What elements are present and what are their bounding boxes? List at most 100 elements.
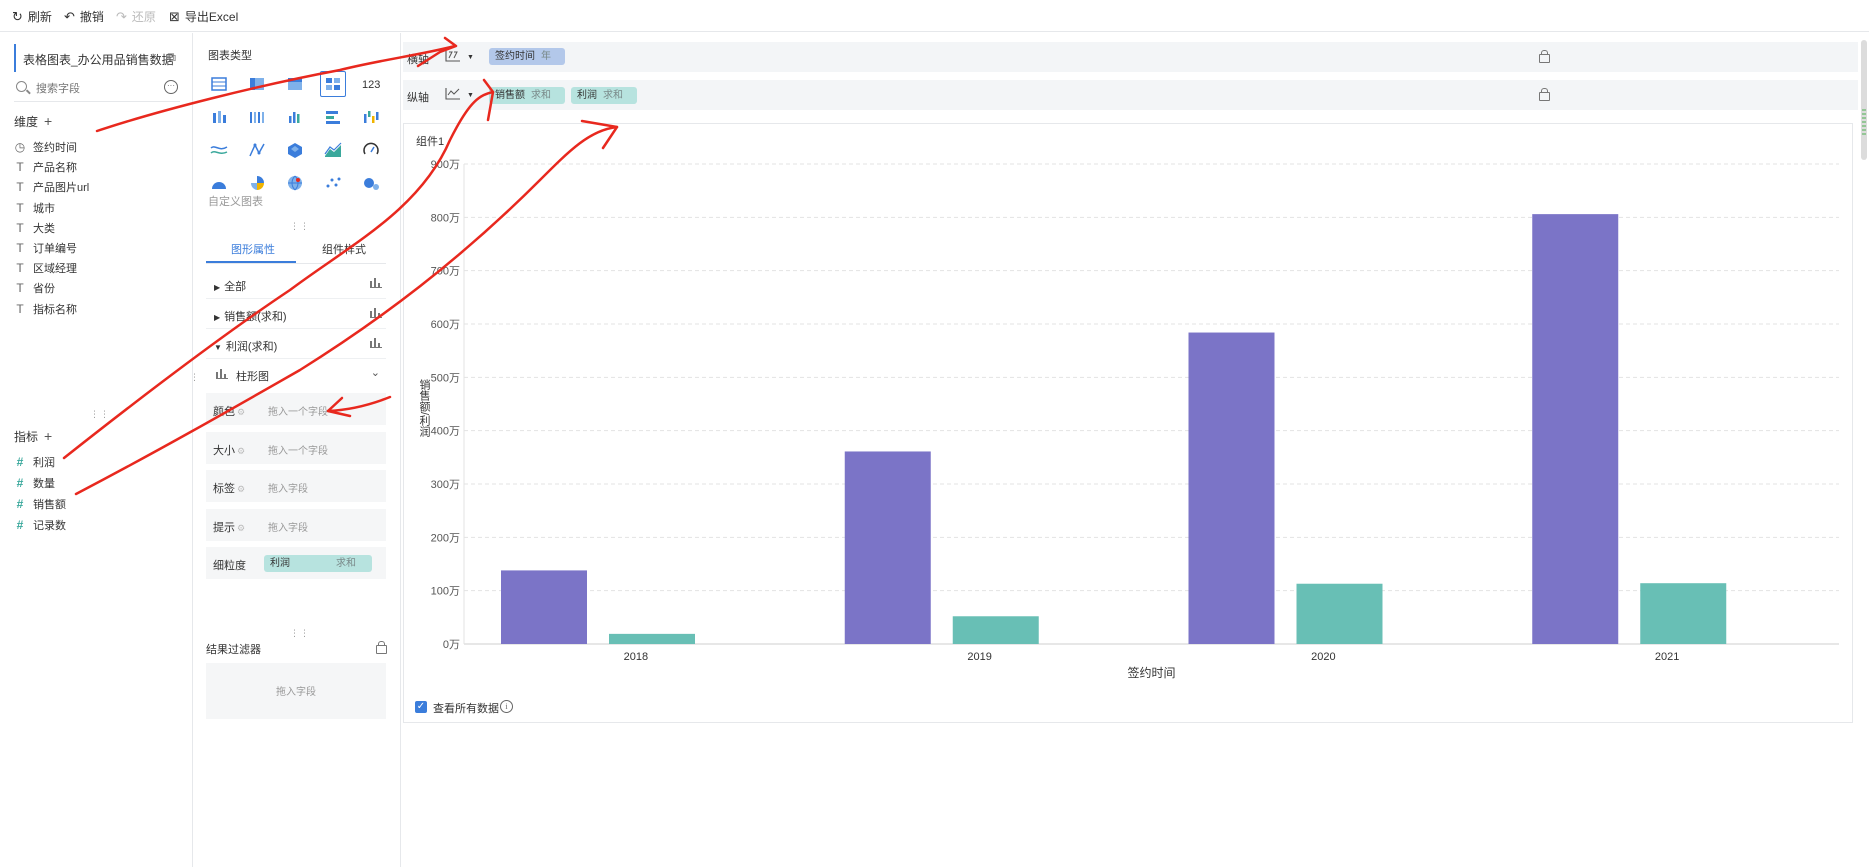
axis-type-icon[interactable]	[445, 48, 461, 62]
chart-type-option[interactable]: 123	[358, 71, 384, 97]
resize-handle[interactable]: ⋮⋮	[90, 409, 110, 420]
y-axis-field-pill-profit[interactable]: 利润 求和	[571, 87, 637, 104]
scatter-line-icon	[249, 143, 265, 157]
view-all-data-checkbox[interactable]: ✓	[415, 701, 427, 713]
measure-field-label: 销售额	[33, 499, 66, 511]
stacked-bar-icon	[213, 111, 226, 123]
tab-component-style[interactable]: 组件样式	[322, 241, 366, 257]
svg-text:123: 123	[362, 79, 380, 91]
axis-type-caret-icon[interactable]: ▼	[467, 54, 474, 61]
custom-chart-link[interactable]: 自定义图表	[208, 193, 263, 209]
prop-sales[interactable]: ▶ 销售额(求和)	[206, 300, 386, 329]
drop-zone-placeholder: 拖入字段	[268, 484, 308, 495]
x-axis-lock-icon[interactable]	[1539, 50, 1550, 63]
resize-handle-2[interactable]: ⋮⋮	[290, 221, 310, 232]
chart-type-option[interactable]	[244, 104, 270, 130]
granularity-row[interactable]: 细粒度 利润 求和	[206, 547, 386, 579]
chart-type-option[interactable]	[244, 71, 270, 97]
y-tick-label: 900万	[431, 159, 460, 171]
settings-icon[interactable]: ⚙	[237, 484, 245, 494]
dimension-field[interactable]: T 指标名称	[14, 301, 77, 317]
y-tick-label: 300万	[431, 479, 460, 491]
chart-type-option[interactable]	[206, 104, 232, 130]
chart-type-option[interactable]	[320, 137, 346, 163]
axis-type-icon[interactable]	[445, 86, 461, 100]
chart-type-option[interactable]	[282, 137, 308, 163]
prop-profit[interactable]: ▼ 利润(求和)	[206, 330, 386, 359]
drop-zone-row[interactable]: 提示 ⚙ 拖入字段	[206, 508, 386, 541]
hash-icon: #	[16, 497, 24, 511]
measure-field[interactable]: # 数量	[14, 475, 55, 491]
more-options-icon[interactable]: ···	[164, 80, 178, 94]
undo-button[interactable]: ↶ 撤销	[64, 8, 104, 25]
scrollbar[interactable]	[1860, 40, 1868, 160]
dimension-field[interactable]: T 产品名称	[14, 159, 77, 175]
chart-type-option[interactable]	[282, 71, 308, 97]
x-axis-bar[interactable]: 横轴 ▼ 签约时间年	[403, 42, 1858, 72]
granularity-field-pill[interactable]: 利润 求和	[264, 555, 372, 572]
chart-type-option[interactable]	[320, 104, 346, 130]
dimension-field[interactable]: T 产品图片url	[14, 179, 89, 195]
granularity-label: 细粒度	[213, 560, 246, 572]
settings-icon[interactable]: ⚙	[237, 407, 245, 417]
chart-type-option[interactable]	[206, 71, 232, 97]
column-resize-handle[interactable]: ⋮	[190, 372, 200, 383]
chart-type-option[interactable]	[358, 104, 384, 130]
search-icon	[16, 81, 27, 92]
dimension-field[interactable]: T 城市	[14, 200, 55, 216]
tab-graphic-properties[interactable]: 图形属性	[231, 241, 275, 257]
chart-type-option[interactable]	[358, 137, 384, 163]
x-axis-title: 签约时间	[1127, 665, 1175, 680]
dimension-field-label: 区域经理	[33, 263, 77, 276]
dimensions-title: 维度	[14, 115, 39, 129]
add-dimension-icon[interactable]: +	[44, 113, 52, 129]
measure-field[interactable]: # 利润	[14, 454, 55, 470]
dimension-field[interactable]: T 大类	[14, 220, 55, 236]
search-input[interactable]	[34, 79, 158, 99]
y-axis-field-pill-sales[interactable]: 销售额 求和	[489, 87, 565, 104]
switch-dataset-icon[interactable]: ⧉	[167, 50, 176, 65]
result-filter-dropzone[interactable]: 拖入字段	[206, 663, 386, 719]
dataset-selector[interactable]: 表格图表_办公用品销售数据 ⧉	[14, 44, 180, 72]
chart-type-option[interactable]	[282, 170, 308, 196]
hash-icon: #	[16, 455, 24, 469]
measure-field[interactable]: # 记录数	[14, 517, 66, 533]
x-field-sub: 年	[541, 51, 551, 62]
chart-type-option[interactable]	[206, 137, 232, 163]
dimension-field[interactable]: ◷ 签约时间	[14, 139, 77, 155]
settings-icon[interactable]: ⚙	[237, 446, 245, 456]
prop-all[interactable]: ▶ 全部	[206, 270, 386, 299]
dimension-field[interactable]: T 省份	[14, 280, 55, 296]
lock-icon[interactable]	[376, 641, 387, 654]
chart-type-option[interactable]	[320, 170, 346, 196]
bar-style-label: 柱形图	[236, 371, 269, 383]
y-tick-label: 200万	[431, 532, 460, 544]
dimension-field[interactable]: T 订单编号	[14, 240, 77, 256]
kpi-number-icon: 123	[362, 79, 380, 91]
refresh-label: 刷新	[27, 10, 52, 24]
drop-zone-row[interactable]: 大小 ⚙ 拖入一个字段	[206, 431, 386, 464]
resize-handle-3[interactable]: ⋮⋮	[290, 628, 310, 639]
export-excel-button[interactable]: ⊠ 导出Excel	[169, 8, 238, 25]
x-axis-field-pill[interactable]: 签约时间年	[489, 48, 565, 65]
granularity-field: 利润	[270, 558, 290, 569]
chart-style-select[interactable]: 柱形图 ⌄	[206, 360, 386, 388]
axis-type-caret-icon[interactable]: ▼	[467, 92, 474, 99]
refresh-button[interactable]: ↻ 刷新	[12, 8, 52, 25]
settings-icon[interactable]: ⚙	[237, 523, 245, 533]
chart-type-option[interactable]	[358, 170, 384, 196]
chart-type-option[interactable]	[320, 71, 346, 97]
redo-button[interactable]: ↷ 还原	[116, 8, 156, 25]
drop-zone-row[interactable]: 标签 ⚙ 拖入字段	[206, 470, 386, 502]
drop-zone-row[interactable]: 颜色 ⚙ 拖入一个字段	[206, 393, 386, 425]
chart-type-option[interactable]	[282, 104, 308, 130]
y-axis-lock-icon[interactable]	[1539, 88, 1550, 101]
info-icon[interactable]: i	[500, 700, 513, 713]
dimension-field[interactable]: T 区域经理	[14, 260, 77, 276]
measure-field[interactable]: # 销售额	[14, 496, 66, 512]
add-measure-icon[interactable]: +	[44, 428, 52, 444]
chart-component[interactable]: 组件1 0万 100万 200万 300万 400万 500万 600万 700万 800万 90…	[403, 123, 1853, 723]
x-axis-label: 横轴	[407, 54, 429, 66]
chart-type-option[interactable]	[244, 137, 270, 163]
y-axis-bar[interactable]: 纵轴 ▼ 销售额 求和 利润 求和	[403, 80, 1858, 110]
